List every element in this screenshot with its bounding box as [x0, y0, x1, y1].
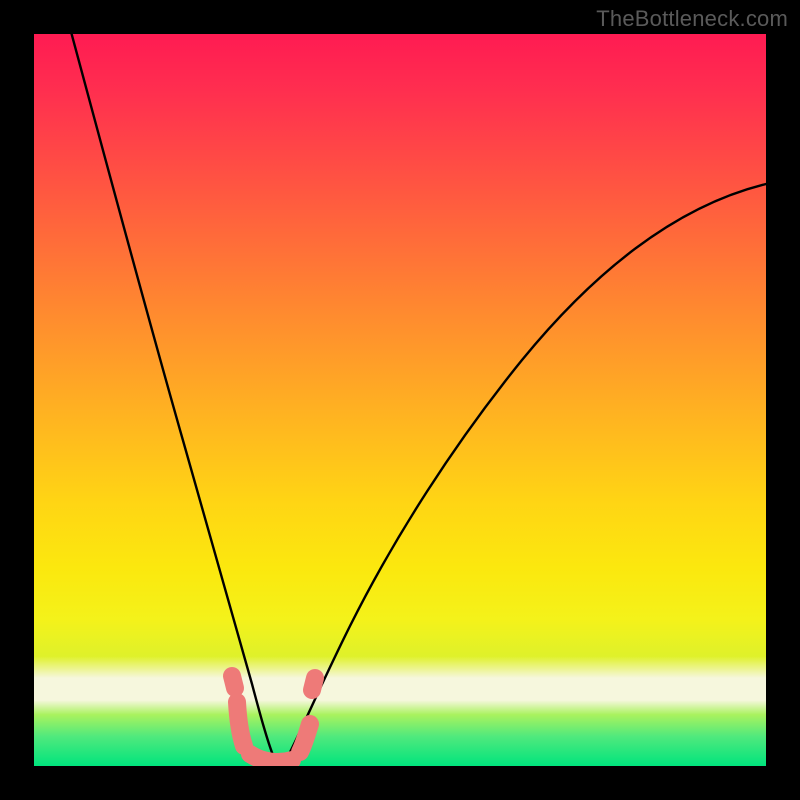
- curve-layer: [34, 34, 766, 766]
- right-curve-path: [286, 184, 766, 760]
- left-curve-path: [70, 34, 274, 758]
- chart-frame: TheBottleneck.com: [0, 0, 800, 800]
- valley-highlight: [232, 676, 315, 762]
- plot-area: [34, 34, 766, 766]
- watermark-text: TheBottleneck.com: [596, 6, 788, 32]
